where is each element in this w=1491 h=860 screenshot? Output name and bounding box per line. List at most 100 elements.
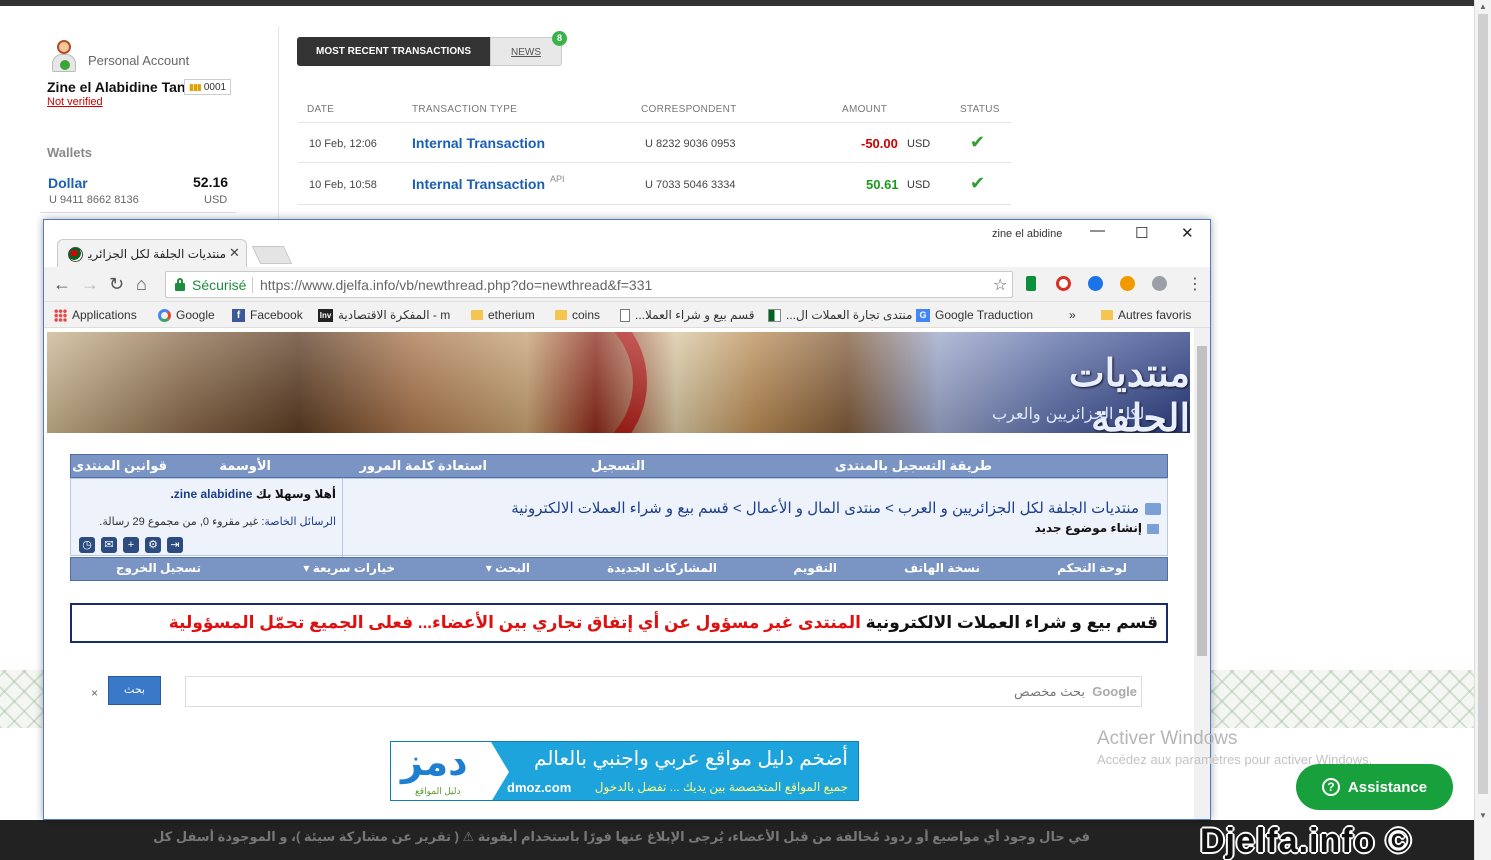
messages-icon[interactable]: ✉	[101, 537, 117, 553]
nav-logout[interactable]: تسجيل الخروج	[116, 561, 201, 575]
nav-register[interactable]: التسجيل	[591, 458, 645, 474]
reload-icon[interactable]: ↻	[109, 274, 124, 295]
extension-red-icon[interactable]	[1056, 276, 1071, 291]
forum-scrollbar-thumb[interactable]	[1197, 346, 1207, 656]
nav-calendar[interactable]: التقويم	[793, 561, 837, 575]
help-question-icon: ?	[1321, 778, 1340, 796]
bookmark-currency-forum[interactable]: منتدى تجارة العملات ال...	[768, 308, 912, 322]
dmoz-logo-text: دمز	[401, 742, 468, 784]
bookmark-star-icon[interactable]: ☆	[993, 275, 1007, 295]
secure-label: Sécurisé	[192, 277, 247, 293]
bookmark-facebook[interactable]: f Facebook	[232, 308, 303, 322]
minimize-icon[interactable]: —	[1090, 222, 1105, 239]
folder-icon	[555, 310, 567, 320]
bookmark-other-favorites[interactable]: Autres favoris	[1101, 308, 1191, 322]
table-row-divider	[298, 162, 1011, 163]
forward-arrow-icon[interactable]: →	[81, 274, 99, 295]
row-currency: USD	[907, 138, 931, 150]
nav-medals[interactable]: الأوسمة	[219, 458, 271, 474]
extension-gray-icon[interactable]	[1152, 276, 1167, 291]
browser-profile-name[interactable]: zine el abidine	[992, 228, 1062, 240]
transactions-tabs: MOST RECENT TRANSACTIONS NEWS	[297, 37, 562, 66]
home-icon[interactable]: ⌂	[136, 274, 147, 295]
back-arrow-icon[interactable]: ←	[53, 274, 71, 295]
column-header-status: STATUS	[960, 104, 1000, 115]
private-messages-info: الرسائل الخاصة: غير مقروء 0, من مجموع 29…	[99, 515, 336, 528]
browser-menu-icon[interactable]: ⋮	[1187, 274, 1203, 294]
bookmark-etherium[interactable]: etherium	[471, 308, 535, 322]
search-close-icon[interactable]: ×	[91, 686, 98, 700]
add-friend-icon[interactable]: +	[123, 537, 139, 553]
bookmark-label: Google	[176, 308, 215, 322]
level-badge-text: 0001	[203, 81, 227, 93]
bookmark-currency-section[interactable]: قسم بيع و شراء العملا...	[620, 308, 754, 322]
wallet-name[interactable]: Dollar	[48, 175, 88, 191]
welcome-text: أهلا وسهلا بك zine alabidine.	[170, 487, 336, 501]
nav-mobile-version[interactable]: نسخة الهاتف	[904, 561, 980, 575]
folder-icon	[471, 310, 483, 320]
dmoz-logo: دمز دليل المواقع	[391, 742, 491, 800]
nav-registration-method[interactable]: طريقة التسجيل بالمنتدى	[835, 458, 992, 474]
bookmark-investing[interactable]: Inv m - المفكرة الاقتصادية	[318, 308, 450, 322]
extension-blue-plus-icon[interactable]	[1088, 276, 1103, 291]
row-transaction-type-link[interactable]: Internal Transaction	[412, 135, 545, 151]
status-check-icon: ✔	[970, 132, 986, 152]
footer-report-notice: في حال وجود أي مواضيع أو ردود مُخالفة من…	[150, 829, 1090, 844]
extension-orange-icon[interactable]	[1120, 276, 1135, 291]
bookmark-label: منتدى تجارة العملات ال...	[786, 308, 913, 322]
logout-icon[interactable]: ⇥	[167, 537, 183, 553]
dmoz-advertisement-banner[interactable]: دمز دليل المواقع أضخم دليل مواقع عربي وا…	[390, 741, 859, 801]
breadcrumb[interactable]: منتديات الجلفة لكل الجزائريين و العرب > …	[471, 499, 1161, 517]
tab-most-recent-transactions[interactable]: MOST RECENT TRANSACTIONS	[297, 37, 490, 66]
close-tab-icon[interactable]: ✕	[229, 245, 240, 261]
clock-icon[interactable]: ◷	[79, 537, 95, 553]
nav-control-panel[interactable]: لوحة التحكم	[1057, 561, 1127, 575]
bookmark-applications[interactable]: Applications	[54, 308, 137, 322]
bookmark-coins[interactable]: coins	[555, 308, 600, 322]
welcome-prefix: أهلا وسهلا بك	[255, 487, 336, 501]
browser-tab[interactable]: منتديات الجلفة لكل الجزائريين و العرب ✕	[57, 239, 247, 268]
user-name: Zine el Alabidine Tan	[47, 79, 185, 95]
bookmark-google-translate[interactable]: G Google Traduction	[916, 308, 1033, 322]
private-messages-link[interactable]: الرسائل الخاصة	[264, 516, 336, 528]
bookmark-google[interactable]: Google	[158, 308, 215, 322]
extension-green-icon[interactable]	[1026, 276, 1036, 291]
settings-gear-icon[interactable]: ⚙	[145, 537, 161, 553]
bookmarks-overflow-chevron[interactable]: »	[1069, 308, 1076, 322]
google-translate-icon: G	[916, 308, 930, 322]
address-url[interactable]: https://www.djelfa.info/vb/newthread.php…	[260, 277, 652, 293]
page-scrollbar-thumb[interactable]	[1478, 14, 1488, 794]
search-button[interactable]: بحث	[108, 676, 161, 705]
maximize-icon[interactable]: ☐	[1135, 224, 1148, 242]
assistance-label: Assistance	[1347, 778, 1428, 796]
scroll-down-arrow-icon[interactable]: ▼	[1479, 811, 1487, 820]
browser-tab-title: منتديات الجلفة لكل الجزائريين و العرب	[88, 247, 226, 261]
sidebar-divider	[278, 26, 279, 226]
nav-forum-rules[interactable]: قوانين المنتدى	[72, 458, 167, 474]
close-window-icon[interactable]: ✕	[1181, 224, 1194, 242]
row-correspondent: U 8232 9036 0953	[645, 138, 736, 150]
level-badge[interactable]: ▮▮▮ 0001	[184, 79, 232, 95]
assistance-button[interactable]: ? Assistance	[1296, 764, 1453, 810]
row-transaction-type-link[interactable]: Internal Transaction	[412, 176, 545, 192]
forum-banner: منتديات الجلفة لكل الجزائريين والعرب	[47, 332, 1190, 433]
scroll-up-arrow-icon[interactable]: ▲	[1479, 2, 1487, 11]
page-scrollbar[interactable]: ▲ ▼	[1474, 0, 1491, 860]
document-icon	[620, 308, 630, 322]
nav-new-posts[interactable]: المشاركات الجديدة	[607, 561, 717, 575]
nav-password-recovery[interactable]: استعادة كلمة المرور	[359, 458, 487, 474]
breadcrumb-text[interactable]: منتديات الجلفة لكل الجزائريين و العرب > …	[511, 500, 1139, 517]
bookmark-label: Autres favoris	[1118, 308, 1192, 322]
nav-quick-options[interactable]: خيارات سريعة ▾	[303, 561, 395, 575]
bookmarks-bar: Applications Google f Facebook Inv m - الم…	[44, 302, 1210, 328]
address-bar[interactable]: Sécurisé https://www.djelfa.info/vb/newt…	[165, 271, 1013, 298]
custom-search-input[interactable]: Google بحث مخصص	[185, 676, 1142, 707]
nav-search-menu[interactable]: البحث ▾	[486, 561, 530, 575]
welcome-username-link[interactable]: zine alabidine	[174, 487, 253, 501]
new-tab-button[interactable]	[251, 246, 293, 264]
browser-titlebar: منتديات الجلفة لكل الجزائريين و العرب ✕ …	[44, 220, 1210, 268]
verification-status-link[interactable]: Not verified	[47, 96, 103, 108]
row-amount: 50.61	[866, 177, 899, 192]
tab-news[interactable]: NEWS	[490, 37, 562, 66]
forum-top-nav: طريقة التسجيل بالمنتدى التسجيل استعادة ك…	[70, 454, 1168, 478]
